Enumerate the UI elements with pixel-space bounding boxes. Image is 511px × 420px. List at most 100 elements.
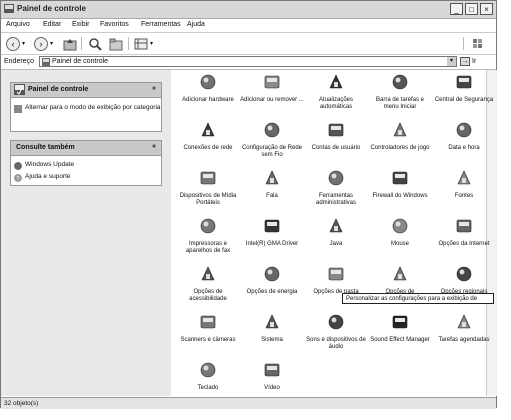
back-button[interactable]: ‹ ▾ — [6, 36, 25, 51]
task-pane: Painel de controle « Alternar para o mod… — [1, 70, 171, 396]
menu-ajuda[interactable]: Ajuda — [187, 21, 205, 28]
menu-favoritos[interactable]: Favoritos — [100, 21, 129, 28]
address-value: Painel de controle — [52, 58, 109, 65]
menu-arquivo[interactable]: Arquivo — [6, 21, 30, 28]
system-icon — [265, 314, 279, 329]
switch-view-link[interactable]: Alternar para o modo de exibição por cat… — [11, 104, 161, 113]
control-panel-item[interactable]: Adicionar hardware — [176, 73, 240, 104]
control-panel-item[interactable]: Atualizações automáticas — [304, 73, 368, 111]
control-panel-item[interactable]: Java — [304, 217, 368, 248]
control-panel-item[interactable]: Sound Effect Manager — [368, 313, 432, 344]
gamepad-icon — [393, 122, 407, 137]
see-also-title: Consulte também — [16, 144, 75, 151]
windows-update-link[interactable]: Windows Update — [11, 161, 161, 170]
item-label: Atualizações automáticas — [318, 97, 354, 110]
control-panel-icon — [42, 58, 50, 66]
item-label: Firewall do Windows — [372, 193, 428, 199]
control-panel-item[interactable]: Opções de pasta — [304, 265, 368, 296]
control-panel-item[interactable]: Adicionar ou remover ... — [240, 73, 304, 104]
control-panel-item[interactable]: Teclado — [176, 361, 240, 392]
item-label: Opções de acessibilidade — [189, 289, 227, 302]
control-panel-item[interactable]: Ferramentas administrativas — [304, 169, 368, 207]
control-panel-item[interactable]: Sons e dispositivos de áudio — [304, 313, 368, 351]
control-panel-item[interactable]: Opções de — [368, 265, 432, 296]
item-label: Fala — [266, 193, 278, 199]
search-button[interactable] — [88, 36, 103, 51]
address-dropdown-icon[interactable]: ▾ — [447, 57, 456, 66]
window-title: Painel de controle — [17, 4, 86, 13]
category-view-icon — [14, 105, 22, 113]
control-panel-item[interactable]: Fontes — [432, 169, 496, 200]
control-panel-item[interactable]: Impressoras e aparelhos de fax — [176, 217, 240, 255]
item-label: Ferramentas administrativas — [315, 193, 356, 206]
item-label: Configuração de Rede sem Fio — [241, 145, 303, 158]
forward-button[interactable]: › ▾ — [34, 36, 53, 51]
item-label: Scanners e câmeras — [180, 337, 236, 343]
maximize-button[interactable]: □ — [465, 3, 478, 15]
control-panel-item[interactable]: Data e hora — [432, 121, 496, 152]
close-button[interactable]: × — [480, 3, 493, 15]
control-panel-item[interactable]: Dispositivos de Mídia Portáteis — [176, 169, 240, 207]
power-icon — [264, 266, 280, 282]
control-panel-item[interactable]: Configuração de Rede sem Fio — [240, 121, 304, 159]
control-panel-item[interactable]: Vídeo — [240, 361, 304, 392]
control-panel-item[interactable]: Fala — [240, 169, 304, 200]
panel-title: Painel de controle — [28, 86, 89, 93]
help-support-link[interactable]: ? Ajuda e suporte — [11, 173, 161, 182]
chevron-down-icon: ▾ — [50, 41, 54, 47]
item-label: Central de Segurança — [434, 97, 494, 103]
control-panel-item[interactable]: Scanners e câmeras — [176, 313, 240, 344]
panel-header[interactable]: Painel de controle « — [11, 83, 161, 98]
control-panel-window: Painel de controle _ □ × Arquivo Editar … — [0, 0, 497, 409]
control-panel-item[interactable]: Conexões de rede — [176, 121, 240, 152]
item-label: Vídeo — [264, 385, 280, 391]
control-panel-item[interactable]: Controladores de jogo — [368, 121, 432, 152]
folders-button[interactable] — [109, 36, 124, 51]
shield-icon — [456, 75, 472, 89]
control-panel-item[interactable]: Barra de tarefas e menu Iniciar — [368, 73, 432, 111]
toolbar-divider — [81, 37, 82, 50]
firewall-icon — [392, 171, 408, 185]
control-panel-item[interactable]: Opções regionais — [432, 265, 496, 296]
minimize-button[interactable]: _ — [450, 3, 463, 15]
item-label: Barra de tarefas e menu Iniciar — [375, 97, 425, 110]
menu-exibir[interactable]: Exibir — [72, 21, 90, 28]
control-panel-item[interactable]: Central de Segurança — [432, 73, 496, 104]
folder-options-icon — [328, 267, 344, 281]
control-panel-item[interactable]: Opções de acessibilidade — [176, 265, 240, 303]
menu-editar[interactable]: Editar — [43, 21, 61, 28]
go-label: Ir — [472, 58, 477, 65]
keyboard-icon — [200, 362, 216, 378]
control-panel-item[interactable]: Contas de usuário — [304, 121, 368, 152]
fonts-folder-icon — [457, 170, 471, 185]
control-panel-item[interactable]: Opções de energia — [240, 265, 304, 296]
help-icon: ? — [14, 174, 22, 182]
control-panel-item[interactable]: Mouse — [368, 217, 432, 248]
item-label: Dispositivos de Mídia Portáteis — [179, 193, 237, 206]
up-folder-button[interactable] — [63, 36, 77, 51]
collapse-chevron-icon[interactable]: « — [152, 143, 156, 150]
control-panel-items: Adicionar hardware Adicionar ou remover .… — [176, 73, 496, 393]
menu-ferramentas[interactable]: Ferramentas — [141, 21, 181, 28]
wireless-icon — [264, 122, 280, 138]
address-input[interactable]: Painel de controle ▾ — [39, 56, 457, 67]
item-label: Tarefas agendadas — [438, 337, 490, 343]
item-label: Adicionar hardware — [182, 97, 234, 103]
collapse-chevron-icon[interactable]: « — [152, 85, 156, 92]
see-also-header[interactable]: Consulte também « — [11, 141, 161, 156]
menu-bar: Arquivo Editar Exibir Favoritos Ferramen… — [1, 19, 496, 50]
control-panel-item[interactable]: Intel(R) GMA Driver — [240, 217, 304, 248]
views-button[interactable]: ▾ — [134, 36, 153, 51]
control-panel-item[interactable]: Opções da Internet — [432, 217, 496, 248]
title-bar[interactable]: Painel de controle _ □ × — [1, 1, 496, 19]
address-label: Endereço — [4, 58, 34, 65]
item-label: Opções da Internet — [438, 241, 490, 247]
intel-driver-icon — [264, 219, 280, 233]
control-panel-item[interactable]: Tarefas agendadas — [432, 313, 496, 344]
item-label: Contas de usuário — [311, 145, 361, 151]
go-button[interactable]: → Ir — [460, 57, 476, 66]
control-panel-item[interactable]: Firewall do Windows — [368, 169, 432, 200]
control-panel-item[interactable]: Sistema — [240, 313, 304, 344]
item-label: Conexões de rede — [183, 145, 233, 151]
help-support-label: Ajuda e suporte — [25, 173, 71, 180]
